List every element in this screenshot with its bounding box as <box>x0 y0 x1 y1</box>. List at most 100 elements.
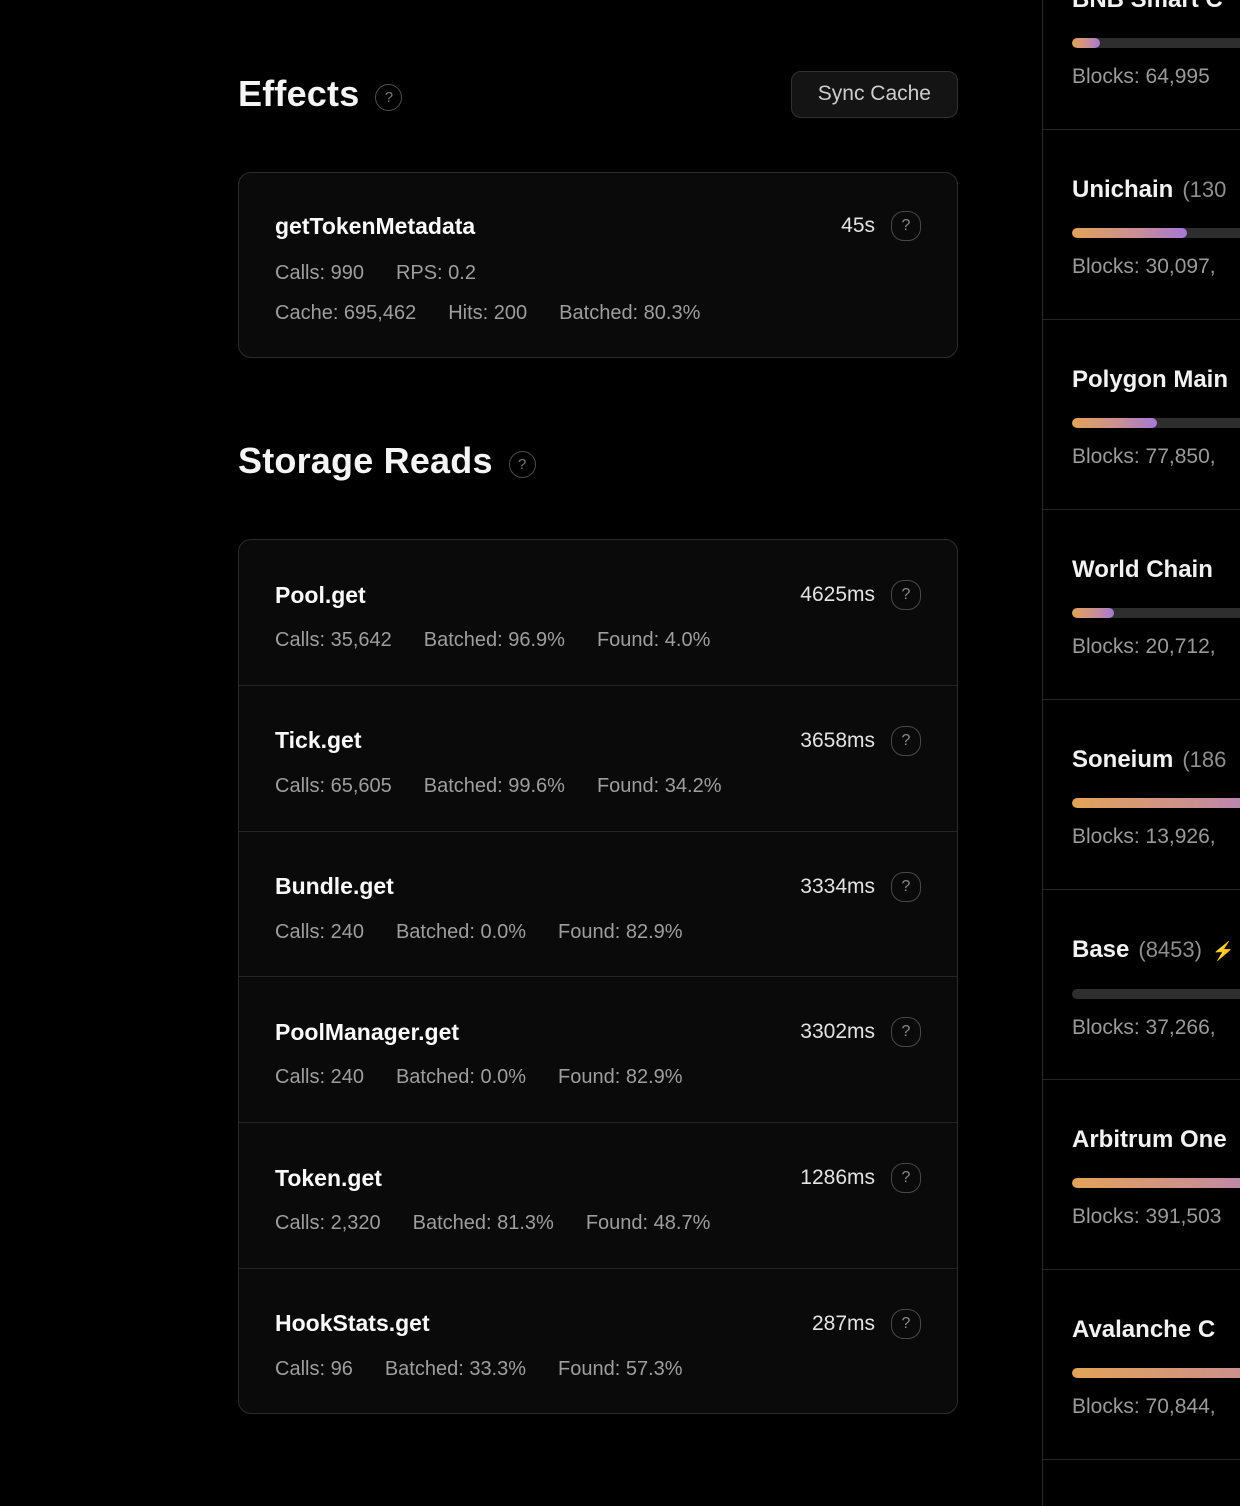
table-row: Bundle.get 3334ms ? Calls: 240 Batched: … <box>239 832 957 978</box>
question-mark-glyph: ? <box>902 586 911 604</box>
chain-blocks: Blocks: 13,926, <box>1072 822 1240 852</box>
sync-progress-bar <box>1072 608 1240 618</box>
chain-name: Avalanche C <box>1072 1315 1215 1345</box>
chain-name: Unichain <box>1072 175 1173 205</box>
storage-row-batched: Batched: 81.3% <box>413 1209 554 1237</box>
storage-row-calls: Calls: 240 <box>275 918 364 946</box>
effect-help-icon[interactable]: ? <box>891 211 921 241</box>
storage-row-batched: Batched: 33.3% <box>385 1355 526 1383</box>
sync-cache-button[interactable]: Sync Cache <box>791 71 958 118</box>
storage-row-duration: 3658ms <box>800 729 875 753</box>
storage-row-found: Found: 57.3% <box>558 1355 683 1383</box>
sync-progress-fill <box>1072 38 1100 48</box>
storage-row-title: PoolManager.get <box>275 1019 459 1046</box>
storage-row-found: Found: 82.9% <box>558 1063 683 1091</box>
storage-row-duration: 3334ms <box>800 875 875 899</box>
sync-progress-fill <box>1072 228 1187 238</box>
storage-row-calls: Calls: 96 <box>275 1355 353 1383</box>
chain-id: (130 <box>1182 175 1226 205</box>
sync-progress-fill <box>1072 798 1240 808</box>
chain-blocks: Blocks: 391,503 <box>1072 1202 1240 1232</box>
effect-rps: RPS: 0.2 <box>396 259 476 287</box>
storage-row-title: Pool.get <box>275 582 366 609</box>
storage-row-batched: Batched: 0.0% <box>396 1063 526 1091</box>
storage-row-found: Found: 82.9% <box>558 918 683 946</box>
sync-progress-bar <box>1072 1178 1240 1188</box>
table-row: PoolManager.get 3302ms ? Calls: 240 Batc… <box>239 977 957 1123</box>
question-mark-glyph: ? <box>902 1315 911 1333</box>
question-mark-glyph: ? <box>518 456 526 473</box>
question-mark-glyph: ? <box>902 1169 911 1187</box>
storage-reads-card: Pool.get 4625ms ? Calls: 35,642 Batched:… <box>238 539 958 1414</box>
sync-progress-bar <box>1072 228 1240 238</box>
sync-progress-fill <box>1072 608 1114 618</box>
effects-help-icon[interactable]: ? <box>375 84 402 111</box>
chain-blocks: Blocks: 64,995 <box>1072 62 1240 92</box>
storage-row-title: Token.get <box>275 1165 382 1192</box>
question-mark-glyph: ? <box>385 89 393 106</box>
storage-row-duration: 3302ms <box>800 1020 875 1044</box>
effect-stats-line1: Calls: 990 RPS: 0.2 <box>275 259 921 287</box>
chain-blocks: Blocks: 30,097, <box>1072 252 1240 282</box>
storage-row-title: Bundle.get <box>275 873 394 900</box>
chain-name: World Chain <box>1072 555 1213 585</box>
effect-title: getTokenMetadata <box>275 213 475 240</box>
list-item: World Chain Blocks: 20,712, <box>1043 510 1240 700</box>
table-row: HookStats.get 287ms ? Calls: 96 Batched:… <box>239 1269 957 1414</box>
chain-name: Polygon Main <box>1072 365 1228 395</box>
sync-progress-bar <box>1072 798 1240 808</box>
chain-name: BNB Smart C <box>1072 0 1223 15</box>
storage-row-found: Found: 34.2% <box>597 772 722 800</box>
chain-name: Soneium <box>1072 745 1173 775</box>
sync-progress-bar <box>1072 1368 1240 1378</box>
table-row: Tick.get 3658ms ? Calls: 65,605 Batched:… <box>239 686 957 832</box>
list-item: BNB Smart C Blocks: 64,995 <box>1043 0 1240 130</box>
storage-row-batched: Batched: 96.9% <box>424 626 565 654</box>
chain-blocks: Blocks: 37,266, <box>1072 1013 1240 1043</box>
storage-row-calls: Calls: 65,605 <box>275 772 392 800</box>
storage-row-found: Found: 4.0% <box>597 626 710 654</box>
sync-progress-bar <box>1072 418 1240 428</box>
effect-card-getTokenMetadata: getTokenMetadata 45s ? Calls: 990 RPS: 0… <box>238 172 958 358</box>
storage-row-batched: Batched: 99.6% <box>424 772 565 800</box>
effect-calls: Calls: 990 <box>275 259 364 287</box>
list-item: Polygon Main Blocks: 77,850, <box>1043 320 1240 510</box>
storage-row-duration: 1286ms <box>800 1166 875 1190</box>
storage-row-help-icon[interactable]: ? <box>891 1309 921 1339</box>
list-item: Soneium (186 Blocks: 13,926, <box>1043 700 1240 890</box>
effects-header: Effects ? Sync Cache <box>238 70 958 118</box>
question-mark-glyph: ? <box>902 732 911 750</box>
sync-progress-fill <box>1072 418 1157 428</box>
effect-hits: Hits: 200 <box>448 299 527 327</box>
list-item: Avalanche C Blocks: 70,844, <box>1043 1270 1240 1460</box>
storage-row-duration: 4625ms <box>800 583 875 607</box>
main-content: Effects ? Sync Cache getTokenMetadata 45… <box>238 0 958 1414</box>
effect-batched: Batched: 80.3% <box>559 299 700 327</box>
storage-row-title: Tick.get <box>275 727 362 754</box>
chain-id: (8453) <box>1138 935 1202 965</box>
list-item: Unichain (130 Blocks: 30,097, <box>1043 130 1240 320</box>
chains-panel: BNB Smart C Blocks: 64,995 Unichain (130… <box>1042 0 1240 1506</box>
storage-row-batched: Batched: 0.0% <box>396 918 526 946</box>
table-row: Pool.get 4625ms ? Calls: 35,642 Batched:… <box>239 540 957 686</box>
chain-blocks: Blocks: 77,850, <box>1072 442 1240 472</box>
storage-row-help-icon[interactable]: ? <box>891 1017 921 1047</box>
chain-name: Arbitrum One <box>1072 1125 1227 1155</box>
storage-row-help-icon[interactable]: ? <box>891 726 921 756</box>
storage-row-help-icon[interactable]: ? <box>891 580 921 610</box>
storage-reads-help-icon[interactable]: ? <box>509 451 536 478</box>
storage-row-help-icon[interactable]: ? <box>891 872 921 902</box>
effect-stats-line2: Cache: 695,462 Hits: 200 Batched: 80.3% <box>275 299 921 327</box>
sync-progress-fill <box>1072 1368 1240 1378</box>
effect-card-title-row: getTokenMetadata 45s ? <box>275 211 921 241</box>
storage-reads-heading: Storage Reads <box>238 440 493 482</box>
storage-row-help-icon[interactable]: ? <box>891 1163 921 1193</box>
question-mark-glyph: ? <box>902 217 911 235</box>
effect-duration: 45s <box>841 214 875 238</box>
list-item: Base (8453) ⚡ Blocks: 37,266, <box>1043 890 1240 1080</box>
effects-heading: Effects <box>238 73 359 115</box>
storage-row-duration: 287ms <box>812 1312 875 1336</box>
table-row: Token.get 1286ms ? Calls: 2,320 Batched:… <box>239 1123 957 1269</box>
storage-row-calls: Calls: 240 <box>275 1063 364 1091</box>
chain-blocks: Blocks: 20,712, <box>1072 632 1240 662</box>
